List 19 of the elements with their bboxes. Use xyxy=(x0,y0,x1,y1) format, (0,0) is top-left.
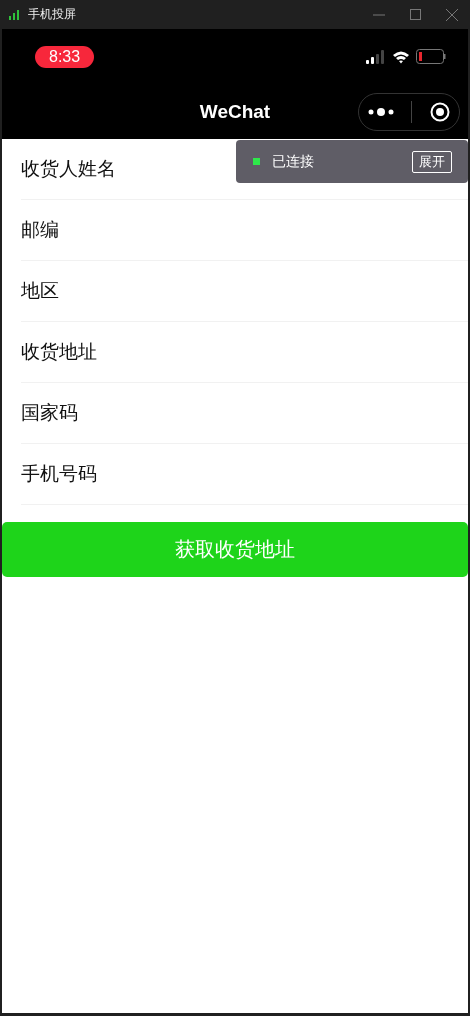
close-target-icon[interactable] xyxy=(430,102,451,122)
window-title: 手机投屏 xyxy=(28,6,76,23)
field-label[interactable]: 收货地址 xyxy=(21,339,97,365)
field-label[interactable]: 邮编 xyxy=(21,217,59,243)
battery-icon xyxy=(416,49,446,64)
field-label[interactable]: 收货人姓名 xyxy=(21,156,116,182)
expand-button[interactable]: 展开 xyxy=(412,150,452,173)
field-label[interactable]: 地区 xyxy=(21,278,59,304)
more-icon[interactable] xyxy=(367,107,394,117)
time-pill: 8:33 xyxy=(35,45,95,68)
page-title: WeChat xyxy=(199,100,271,123)
signal-bars-icon xyxy=(9,9,19,20)
field-label[interactable]: 国家码 xyxy=(21,400,78,426)
connection-status: 已连接 xyxy=(272,152,314,171)
maximize-icon[interactable] xyxy=(410,9,421,20)
cellular-signal-icon xyxy=(366,49,386,64)
close-icon[interactable] xyxy=(446,8,458,21)
field-label[interactable]: 手机号码 xyxy=(21,461,97,487)
wifi-icon xyxy=(392,49,410,64)
